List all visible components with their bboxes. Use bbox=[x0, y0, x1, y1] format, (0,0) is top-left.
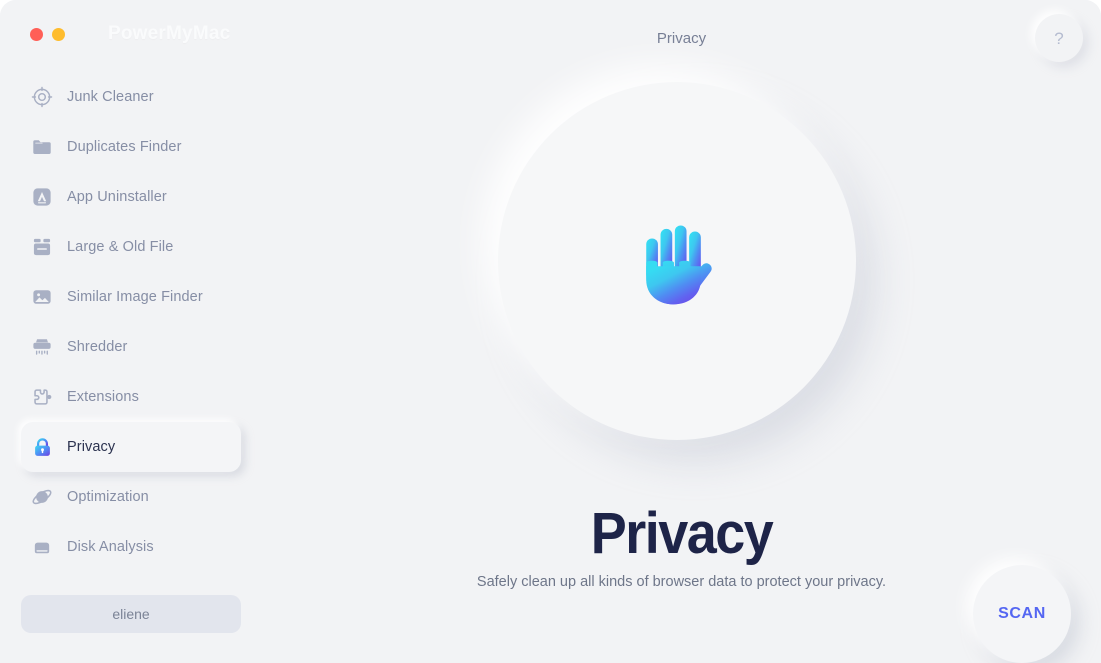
sidebar-item-privacy[interactable]: Privacy bbox=[21, 422, 241, 472]
hard-drive-icon bbox=[29, 534, 55, 560]
main-content: Privacy ? Privacy Safely clean up all ki… bbox=[262, 0, 1101, 663]
sidebar-item-label: Disk Analysis bbox=[67, 539, 154, 555]
sidebar-item-optimization[interactable]: Optimization bbox=[21, 472, 241, 522]
shredder-icon bbox=[29, 334, 55, 360]
app-window: PowerMyMac Junk Cleaner Duplicates Finde… bbox=[0, 0, 1101, 663]
sidebar-item-similar-image-finder[interactable]: Similar Image Finder bbox=[21, 272, 241, 322]
junk-cleaner-icon bbox=[29, 84, 55, 110]
puzzle-piece-icon bbox=[29, 384, 55, 410]
sidebar-item-label: Optimization bbox=[67, 489, 149, 505]
sidebar-item-label: Junk Cleaner bbox=[67, 89, 154, 105]
planet-orbit-icon bbox=[29, 484, 55, 510]
sidebar-item-shredder[interactable]: Shredder bbox=[21, 322, 241, 372]
hero-subtitle: Safely clean up all kinds of browser dat… bbox=[476, 574, 887, 590]
sidebar-item-disk-analysis[interactable]: Disk Analysis bbox=[21, 522, 241, 572]
folder-icon bbox=[29, 134, 55, 160]
sidebar-item-duplicates-finder[interactable]: Duplicates Finder bbox=[21, 122, 241, 172]
question-mark-icon: ? bbox=[1054, 28, 1064, 48]
lock-icon bbox=[29, 434, 55, 460]
hero-circle bbox=[498, 82, 856, 440]
sidebar-item-label: Duplicates Finder bbox=[67, 139, 182, 155]
app-brand-title: PowerMyMac bbox=[108, 23, 231, 44]
raised-hand-icon bbox=[623, 207, 731, 315]
hero-heading: Privacy bbox=[590, 501, 774, 566]
scan-button[interactable]: SCAN bbox=[973, 565, 1071, 663]
sidebar-item-label: Privacy bbox=[67, 439, 116, 455]
account-label: eliene bbox=[112, 606, 150, 622]
help-button[interactable]: ? bbox=[1035, 14, 1083, 62]
sidebar-item-label: Shredder bbox=[67, 339, 128, 355]
sidebar-item-label: App Uninstaller bbox=[67, 189, 167, 205]
page-title: Privacy bbox=[656, 30, 707, 47]
sidebar-item-label: Similar Image Finder bbox=[67, 289, 203, 305]
sidebar-item-label: Large & Old File bbox=[67, 239, 174, 255]
window-controls bbox=[30, 28, 65, 41]
sidebar: PowerMyMac Junk Cleaner Duplicates Finde… bbox=[0, 0, 262, 663]
close-window-button[interactable] bbox=[30, 28, 43, 41]
sidebar-item-large-and-old-file[interactable]: Large & Old File bbox=[21, 222, 241, 272]
app-uninstaller-icon bbox=[29, 184, 55, 210]
minimize-window-button[interactable] bbox=[52, 28, 65, 41]
scan-button-label: SCAN bbox=[998, 605, 1046, 622]
sidebar-item-extensions[interactable]: Extensions bbox=[21, 372, 241, 422]
archive-box-icon bbox=[29, 234, 55, 260]
account-button[interactable]: eliene bbox=[21, 595, 241, 633]
sidebar-nav-list: Junk Cleaner Duplicates Finder App Unins… bbox=[0, 72, 262, 572]
sidebar-item-app-uninstaller[interactable]: App Uninstaller bbox=[21, 172, 241, 222]
image-icon bbox=[29, 284, 55, 310]
sidebar-item-junk-cleaner[interactable]: Junk Cleaner bbox=[21, 72, 241, 122]
sidebar-item-label: Extensions bbox=[67, 389, 139, 405]
